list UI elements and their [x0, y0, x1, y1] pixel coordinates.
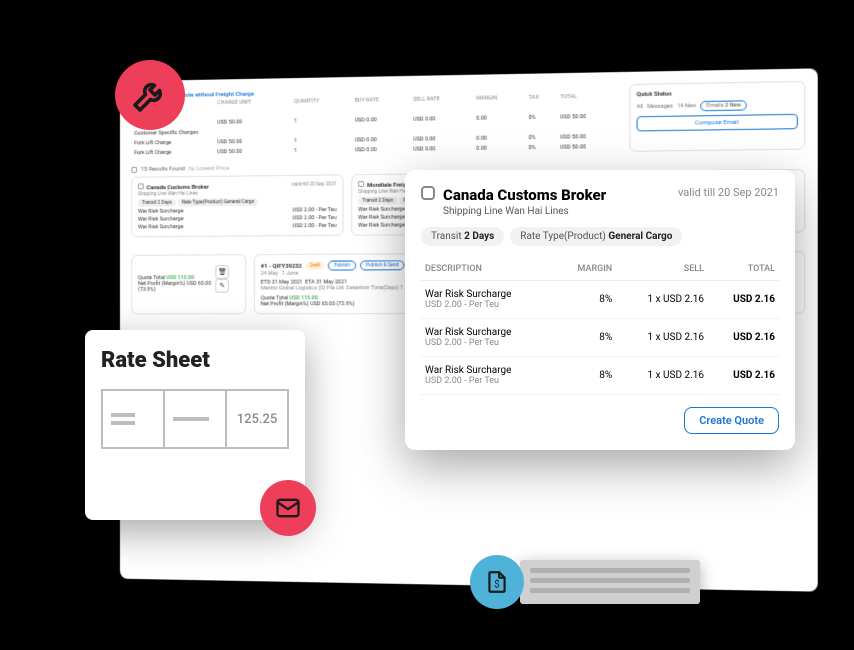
pill-transit: Transit 2 Days: [421, 227, 504, 246]
rate-card-mini[interactable]: Canada Customs Broker valid till 20 Sep …: [131, 174, 343, 237]
popup-checkbox[interactable]: [421, 186, 435, 200]
net-profit-value: USD 65.00 (73.9%): [310, 301, 355, 307]
select-all-checkbox[interactable]: [131, 166, 137, 172]
quote-id: #1 - QIFY39232: [261, 262, 302, 269]
popup-subtitle: Shipping Line Wan Hai Lines: [443, 206, 606, 217]
rate-sheet-boxes: 125.25: [101, 389, 289, 449]
popup-title: Canada Customs Broker: [443, 186, 606, 204]
col-tax: TAX: [526, 92, 557, 103]
rate-value: 125.25: [237, 412, 278, 427]
messages-new: 14 New: [677, 103, 696, 109]
popup-valid: valid till 20 Sep 2021: [678, 186, 779, 199]
col-sell: SELL: [616, 258, 708, 281]
invoice-icon: $: [470, 555, 524, 609]
rate-sheet-title: Rate Sheet: [101, 348, 289, 373]
doc-lines: [520, 560, 700, 604]
wrench-icon: [115, 60, 185, 130]
quick-status-title: Quick Status: [637, 88, 798, 98]
emails-new: 2 New: [725, 102, 741, 108]
edit-icon[interactable]: ✎: [216, 279, 229, 293]
publish-send-button[interactable]: Publish & Send: [360, 260, 405, 270]
card-sub: Shipping Line Wan Hai Lines: [138, 189, 337, 197]
create-quote-button[interactable]: Create Quote: [684, 407, 779, 434]
vendor: Mentor Global Logistics (S) Pte Ltd: [261, 285, 344, 291]
filter-all[interactable]: All: [637, 104, 643, 110]
broker-popup: Canada Customs Broker Shipping Line Wan …: [405, 170, 795, 450]
filter-emails[interactable]: Emails: [706, 103, 723, 109]
pill-rate-type: Rate Type(Product) General Cargo: [510, 227, 682, 246]
net-profit-label: Net Profit (Margin%): [261, 301, 309, 307]
table-row: War Risk SurchargeUSD 2.00 - Per Teu 8% …: [421, 357, 779, 395]
card-checkbox[interactable]: [138, 183, 144, 189]
compose-email-button[interactable]: Compose Email: [637, 114, 798, 132]
table-row: War Risk SurchargeUSD 2.00 - Per Teu 8% …: [421, 319, 779, 357]
delete-icon[interactable]: 🗑: [216, 265, 229, 279]
rate-box: [165, 391, 227, 447]
results-count: 15 Results Found: [141, 165, 185, 172]
rate-box: [103, 391, 165, 447]
mail-icon: [260, 480, 316, 536]
filter-messages[interactable]: Messages: [647, 104, 673, 111]
col-desc: DESCRIPTION: [421, 258, 555, 281]
publish-button[interactable]: Publish: [328, 261, 356, 271]
rate-box: 125.25: [227, 391, 287, 447]
pill-transit: Transit 2 Days: [138, 199, 176, 207]
card-checkbox[interactable]: [358, 181, 364, 187]
charges-panel: Charges Create Quote without Freight Cha…: [131, 84, 619, 158]
detention: Detention Time(Days) 1: [346, 285, 403, 291]
results-sort: by Lowest Price: [189, 165, 229, 172]
card-valid: valid till 20 Sep 2021: [292, 181, 337, 189]
popup-table: DESCRIPTION MARGIN SELL TOTAL War Risk S…: [421, 258, 779, 395]
pill-rate: Rate Type(Product) General Cargo: [178, 198, 258, 207]
col-total: TOTAL: [708, 258, 779, 281]
col-margin: MARGIN: [555, 258, 616, 281]
charges-table: DESCRIPTION CHARGE UNIT QUANTITY BUY RAT…: [131, 91, 619, 158]
quick-status-panel: Quick Status All Messages 14 New Emails …: [629, 81, 805, 152]
pill-transit: Transit 2 Days: [358, 197, 397, 205]
table-row: War Risk SurchargeUSD 2.00 - Per Teu 8% …: [421, 281, 779, 319]
svg-text:$: $: [494, 579, 499, 590]
draft-badge: Draft: [306, 262, 325, 270]
quote-card: Quote Total USD 115.00 Net Profit (Margi…: [131, 254, 246, 314]
